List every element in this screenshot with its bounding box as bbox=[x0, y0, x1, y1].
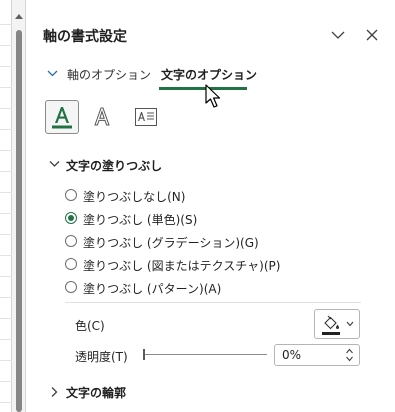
text-fill-button[interactable] bbox=[45, 100, 79, 134]
tab-text-options[interactable]: 文字のオプション bbox=[159, 64, 257, 90]
tab-label: 軸のオプション bbox=[67, 68, 152, 82]
tab-axis-options[interactable]: 軸のオプション bbox=[47, 64, 157, 90]
spin-up-icon[interactable] bbox=[346, 348, 353, 354]
section-title: 文字の塗りつぶし bbox=[66, 159, 163, 173]
grid-line bbox=[0, 255, 12, 256]
scroll-up-icon[interactable] bbox=[15, 14, 23, 19]
pane-options-button[interactable] bbox=[327, 24, 349, 46]
grid-line bbox=[0, 360, 12, 361]
text-outline-button[interactable] bbox=[85, 100, 119, 134]
chevron-down-icon bbox=[346, 321, 354, 327]
grid-line bbox=[0, 66, 12, 67]
slider-thumb[interactable] bbox=[143, 349, 145, 360]
color-swatch bbox=[322, 332, 340, 335]
textbox-button[interactable] bbox=[129, 100, 163, 134]
grid-line bbox=[0, 45, 12, 46]
grid-line bbox=[0, 213, 12, 214]
transparency-spinbox[interactable]: 0% bbox=[274, 344, 360, 366]
chevron-down-icon bbox=[49, 161, 60, 167]
grid-line bbox=[0, 381, 12, 382]
grid-line bbox=[0, 402, 12, 403]
tab-label: 文字のオプション bbox=[161, 68, 258, 82]
radio-button[interactable] bbox=[65, 235, 77, 247]
mouse-pointer-icon bbox=[205, 84, 221, 108]
transparency-slider[interactable] bbox=[143, 346, 267, 362]
format-axis-pane: 軸の書式設定 軸のオプション 文字のオプション 文字の塗りつぶし 塗りつぶしなし… bbox=[27, 0, 395, 412]
close-icon bbox=[366, 29, 378, 41]
radio-button[interactable] bbox=[65, 281, 77, 293]
radio-label: 塗りつぶし (グラデーション)(G) bbox=[83, 236, 259, 250]
grid-line bbox=[0, 129, 12, 130]
transparency-value[interactable]: 0% bbox=[282, 348, 301, 362]
vertical-scrollbar[interactable] bbox=[12, 0, 26, 412]
grid-line bbox=[0, 171, 12, 172]
grid-line bbox=[0, 339, 12, 340]
paint-bucket-icon bbox=[324, 315, 339, 330]
grid-line bbox=[0, 234, 12, 235]
close-button[interactable] bbox=[361, 24, 383, 46]
worksheet-edge bbox=[0, 0, 12, 412]
divider bbox=[65, 302, 361, 303]
color-label: 色(C) bbox=[75, 319, 105, 333]
pane-title: 軸の書式設定 bbox=[43, 29, 127, 45]
textbox-icon bbox=[135, 108, 157, 126]
radio-label: 塗りつぶしなし(N) bbox=[83, 190, 186, 204]
grid-line bbox=[0, 24, 12, 25]
grid-line bbox=[0, 276, 12, 277]
chevron-down-icon bbox=[331, 31, 345, 39]
text-fill-icon bbox=[52, 107, 72, 129]
spin-down-icon[interactable] bbox=[346, 356, 353, 362]
grid-line bbox=[0, 297, 12, 298]
grid-line bbox=[0, 150, 12, 151]
grid-line bbox=[0, 108, 12, 109]
radio-label: 塗りつぶし (単色)(S) bbox=[83, 213, 198, 227]
grid-line bbox=[0, 318, 12, 319]
fill-color-dropdown[interactable] bbox=[314, 309, 360, 339]
scrollbar-thumb[interactable] bbox=[16, 30, 22, 412]
slider-track bbox=[143, 354, 267, 355]
chevron-down-icon bbox=[47, 70, 58, 77]
text-outline-icon bbox=[94, 107, 110, 126]
grid-line bbox=[0, 87, 12, 88]
active-tab-indicator bbox=[159, 87, 247, 90]
section-title: 文字の輪郭 bbox=[66, 386, 127, 400]
radio-label: 塗りつぶし (パターン)(A) bbox=[83, 282, 222, 296]
radio-label: 塗りつぶし (図またはテクスチャ)(P) bbox=[83, 259, 281, 273]
radio-button[interactable] bbox=[65, 189, 77, 201]
grid-line bbox=[0, 192, 12, 193]
radio-button[interactable] bbox=[65, 258, 77, 270]
chevron-right-icon bbox=[51, 387, 58, 397]
radio-button-selected[interactable] bbox=[65, 212, 77, 224]
transparency-label: 透明度(T) bbox=[75, 350, 128, 364]
